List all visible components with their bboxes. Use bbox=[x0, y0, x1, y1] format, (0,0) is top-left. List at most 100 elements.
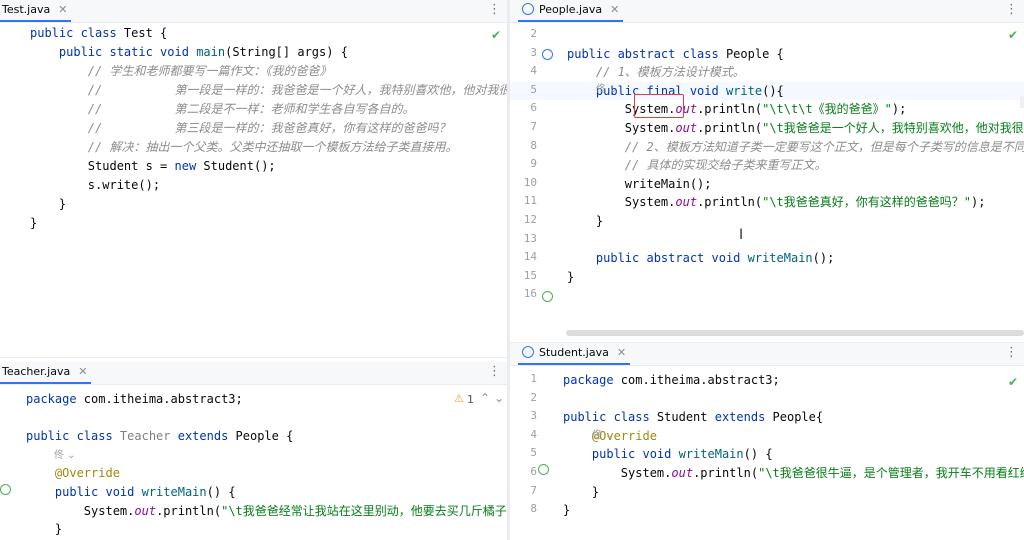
code-line: public class Teacher extends People { bbox=[26, 427, 293, 446]
code-token: "\t我爸爸真好，你有这样的爸爸吗？" bbox=[762, 195, 971, 210]
override-icon[interactable] bbox=[538, 464, 549, 475]
editor-pane-test: Test.java ✕ ⋮ ✔ public class Test { publi… bbox=[0, 0, 507, 345]
code-area[interactable]: public class Test { public static void m… bbox=[0, 24, 507, 345]
code-area[interactable]: 1 package com.itheima.abstract3; 2 3 public … bbox=[510, 371, 1024, 540]
code-line: } bbox=[26, 520, 62, 539]
text-cursor-icon: I bbox=[739, 227, 744, 243]
tab-bar: Teacher.java ✕ ⋮ bbox=[0, 362, 507, 385]
tab-label: Test.java bbox=[2, 3, 51, 16]
line-number: 3 bbox=[530, 45, 537, 59]
horizontal-scrollbar[interactable] bbox=[566, 330, 1024, 336]
tab-bar: Student.java ✕ ⋮ bbox=[510, 343, 1024, 366]
line-number: 16 bbox=[523, 287, 537, 301]
class-icon bbox=[522, 346, 534, 358]
code-token: package bbox=[26, 392, 84, 406]
code-line: // 解决：抽出一个父类。父类中还抽取一个模板方法给子类直接用。 bbox=[30, 138, 458, 157]
code-token: (){ bbox=[762, 83, 784, 98]
code-token: writeMain(); bbox=[567, 176, 712, 191]
close-icon[interactable]: ✕ bbox=[617, 346, 626, 359]
line-number: 4 bbox=[530, 427, 537, 441]
class-icon bbox=[522, 3, 534, 15]
code-token: out bbox=[675, 195, 698, 210]
code-line: System.out.println("\t我爸爸真好，你有这样的爸爸吗？"); bbox=[567, 193, 986, 212]
code-token: People { bbox=[725, 46, 784, 61]
line-number: 2 bbox=[530, 27, 537, 40]
more-icon[interactable]: ⋮ bbox=[1005, 2, 1018, 17]
code-token: .println( bbox=[697, 102, 763, 117]
code-line: } bbox=[30, 214, 37, 233]
tab-label: Teacher.java bbox=[2, 365, 71, 378]
code-token: Student(); bbox=[203, 159, 276, 173]
tab-people-java[interactable]: People.java ✕ bbox=[518, 0, 624, 22]
code-line: // 学生和老师都要写一篇作文：《我的爸爸》 bbox=[30, 62, 332, 81]
code-line: // 1、模板方法设计模式。 bbox=[567, 63, 745, 82]
code-token: new bbox=[174, 159, 204, 173]
code-token: extends bbox=[714, 410, 773, 425]
line-number: 3 bbox=[530, 409, 537, 423]
more-icon[interactable]: ⋮ bbox=[1005, 345, 1018, 360]
tab-test-java[interactable]: Test.java ✕ bbox=[0, 0, 72, 22]
code-line: // 第三段是一样的：我爸爸真好，你有这样的爸爸吗？ bbox=[30, 119, 451, 138]
code-token: ); bbox=[971, 195, 986, 210]
code-token: out bbox=[134, 503, 157, 518]
implemented-icon[interactable] bbox=[542, 291, 553, 302]
close-icon[interactable]: ✕ bbox=[78, 365, 87, 378]
code-token: public void bbox=[591, 447, 679, 462]
line-number: 1 bbox=[530, 372, 537, 385]
code-line: } bbox=[30, 195, 66, 214]
tab-student-java[interactable]: Student.java ✕ bbox=[518, 343, 631, 365]
code-line: public static void main(String[] args) { bbox=[30, 43, 348, 62]
code-token: // 具体的实现交给子类来重写正文。 bbox=[624, 158, 827, 173]
code-token: // 第三段是一样的：我爸爸真好，你有这样的爸爸吗？ bbox=[87, 121, 451, 135]
code-token: Student s = bbox=[30, 159, 175, 173]
code-line: public class Student extends People{ bbox=[563, 408, 823, 427]
code-token: out bbox=[675, 121, 698, 135]
code-token: System. bbox=[563, 466, 672, 480]
highlight-box bbox=[634, 94, 684, 118]
implemented-icon[interactable] bbox=[542, 49, 553, 60]
scroll-track bbox=[1020, 96, 1024, 108]
code-token: public abstract class bbox=[567, 46, 726, 61]
line-number: 15 bbox=[523, 268, 537, 282]
close-icon[interactable]: ✕ bbox=[58, 3, 67, 16]
line-number: 12 bbox=[523, 213, 537, 226]
code-token: public abstract void bbox=[595, 251, 748, 266]
code-token: "\t我爸爸经常让我站在这里别动，他要去买几斤橘子~~柚子 bbox=[221, 503, 507, 518]
divider bbox=[0, 357, 507, 358]
code-area[interactable]: 2 3 public abstract class People {4 // 1、模… bbox=[510, 26, 1024, 342]
code-token: extends bbox=[177, 429, 236, 444]
code-token: @Override bbox=[54, 466, 120, 481]
more-icon[interactable]: ⋮ bbox=[488, 364, 501, 379]
author-hint: 佟 ⌄ bbox=[54, 450, 76, 461]
code-token: Teacher bbox=[119, 429, 178, 444]
code-token: () { bbox=[206, 485, 236, 499]
code-token: public class bbox=[30, 26, 124, 40]
more-icon[interactable]: ⋮ bbox=[488, 2, 501, 17]
close-icon[interactable]: ✕ bbox=[610, 3, 619, 16]
code-line: // 具体的实现交给子类来重写正文。 bbox=[567, 156, 827, 175]
code-token: System. bbox=[26, 503, 135, 518]
code-token: } bbox=[563, 503, 571, 518]
editor-pane-student: Student.java ✕ ⋮ ✔ 1 package com.itheima.a… bbox=[510, 343, 1024, 540]
override-icon[interactable] bbox=[0, 484, 11, 495]
code-area[interactable]: package com.itheima.abstract3; public cla… bbox=[0, 390, 507, 540]
code-line: public abstract class People { bbox=[567, 45, 784, 64]
code-token: public class bbox=[563, 410, 657, 425]
code-token: } bbox=[567, 269, 575, 284]
code-token: } bbox=[30, 197, 67, 211]
line-number: 7 bbox=[530, 483, 537, 497]
code-line: package com.itheima.abstract3; bbox=[563, 371, 780, 390]
code-token: } bbox=[26, 522, 63, 537]
line-number: 6 bbox=[530, 101, 537, 115]
code-line: System.out.println("\t\t\t《我的爸爸》"); bbox=[567, 100, 907, 119]
code-token: "\t我爸爸很牛逼，是个管理者，我开车不用看红绿灯的 bbox=[758, 466, 1024, 480]
code-token: void bbox=[682, 83, 726, 98]
tab-teacher-java[interactable]: Teacher.java ✕ bbox=[0, 362, 92, 384]
